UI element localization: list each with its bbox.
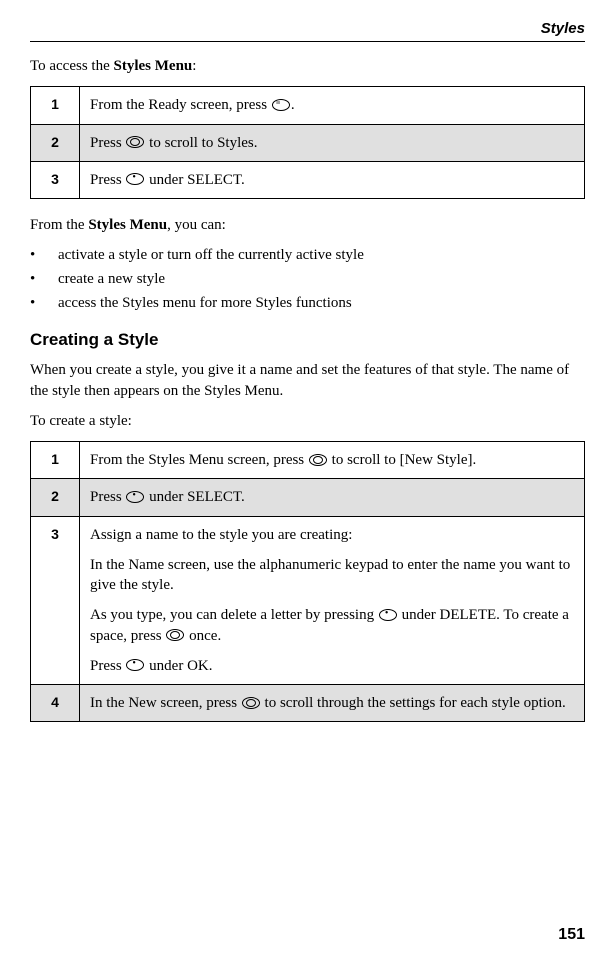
section-header: Styles	[30, 20, 585, 42]
paragraph: In the Name screen, use the alphanumeric…	[90, 555, 574, 596]
text: :	[192, 58, 196, 74]
steps-table-1: 1 From the Ready screen, press . 2 Press…	[30, 86, 585, 199]
nav-key-icon	[242, 697, 260, 709]
text: In the	[90, 695, 128, 711]
text: screen, press	[224, 452, 308, 468]
text: under SELECT.	[145, 172, 244, 188]
text: As you type, you can delete a letter by …	[90, 607, 378, 623]
paragraph: To create a style:	[30, 411, 585, 431]
step-text: Press under SELECT.	[80, 161, 585, 198]
text: From the	[90, 452, 148, 468]
text: screen, press	[157, 695, 241, 711]
bullet-list: •activate a style or turn off the curren…	[30, 245, 585, 314]
intro-text-1: To access the Styles Menu:	[30, 56, 585, 76]
paragraph: Press under OK.	[90, 656, 574, 676]
softkey-icon	[126, 659, 144, 671]
text: Press	[90, 172, 125, 188]
step-text: From the Styles Menu screen, press to sc…	[80, 442, 585, 479]
text-bold: [New Style]	[400, 452, 473, 468]
table-row: 4 In the New screen, press to scroll thr…	[31, 685, 585, 722]
text: In the	[90, 557, 128, 573]
step-number: 1	[31, 87, 80, 124]
softkey-icon	[379, 609, 397, 621]
text-bold: New	[128, 695, 156, 711]
text: .	[254, 135, 258, 151]
text: , you can:	[167, 217, 226, 233]
text: Assign a name to the style you are creat…	[90, 527, 352, 543]
text-bold: Styles Menu	[148, 452, 223, 468]
step-text: Press to scroll to Styles.	[80, 124, 585, 161]
text: to scroll through the settings for each …	[261, 695, 566, 711]
step-text: In the New screen, press to scroll throu…	[80, 685, 585, 722]
table-row: 2 Press under SELECT.	[31, 479, 585, 516]
text: Press	[90, 135, 125, 151]
nav-key-icon	[309, 454, 327, 466]
list-item: •create a new style	[30, 269, 585, 290]
text: From the	[30, 217, 88, 233]
list-item: •activate a style or turn off the curren…	[30, 245, 585, 266]
subheading: Creating a Style	[30, 330, 585, 350]
step-text: Press under SELECT.	[80, 479, 585, 516]
page-container: Styles To access the Styles Menu: 1 From…	[0, 0, 615, 964]
text: .	[291, 97, 295, 113]
step-number: 3	[31, 516, 80, 685]
text: access the Styles menu for more Styles f…	[58, 293, 352, 314]
text: .	[472, 452, 476, 468]
table-row: 3 Assign a name to the style you are cre…	[31, 516, 585, 685]
text-bold: Styles Menu	[114, 58, 193, 74]
text-bold: Styles Menu	[88, 217, 167, 233]
softkey-icon	[126, 173, 144, 185]
text: under SELECT.	[145, 489, 244, 505]
step-text: Assign a name to the style you are creat…	[80, 516, 585, 685]
table-row: 1 From the Ready screen, press .	[31, 87, 585, 124]
table-row: 1 From the Styles Menu screen, press to …	[31, 442, 585, 479]
bullet-dot: •	[30, 245, 58, 266]
table-row: 3 Press under SELECT.	[31, 161, 585, 198]
step-text: From the Ready screen, press .	[80, 87, 585, 124]
step-number: 2	[31, 479, 80, 516]
step-number: 3	[31, 161, 80, 198]
bullet-dot: •	[30, 293, 58, 314]
paragraph: As you type, you can delete a letter by …	[90, 605, 574, 646]
intro-text-2: From the Styles Menu, you can:	[30, 215, 585, 235]
text: once.	[185, 628, 221, 644]
list-item: •access the Styles menu for more Styles …	[30, 293, 585, 314]
text: to scroll to	[328, 452, 400, 468]
text-bold: Styles	[217, 135, 254, 151]
step-number: 1	[31, 442, 80, 479]
text: under OK.	[145, 658, 212, 674]
text: to scroll to	[145, 135, 217, 151]
step-number: 2	[31, 124, 80, 161]
text: From the	[90, 97, 148, 113]
softkey-icon	[126, 491, 144, 503]
text: create a new style	[58, 269, 165, 290]
text: To access the	[30, 58, 114, 74]
nav-key-icon	[166, 629, 184, 641]
step-number: 4	[31, 685, 80, 722]
text-bold: Ready	[148, 97, 186, 113]
nav-key-icon	[126, 136, 144, 148]
text: Press	[90, 658, 125, 674]
bullet-dot: •	[30, 269, 58, 290]
text-bold: Name	[128, 557, 164, 573]
page-number: 151	[558, 926, 585, 944]
menu-key-icon	[272, 99, 290, 111]
paragraph: When you create a style, you give it a n…	[30, 360, 585, 401]
text: activate a style or turn off the current…	[58, 245, 364, 266]
steps-table-2: 1 From the Styles Menu screen, press to …	[30, 441, 585, 722]
text: Press	[90, 489, 125, 505]
text: screen, press	[187, 97, 271, 113]
table-row: 2 Press to scroll to Styles.	[31, 124, 585, 161]
